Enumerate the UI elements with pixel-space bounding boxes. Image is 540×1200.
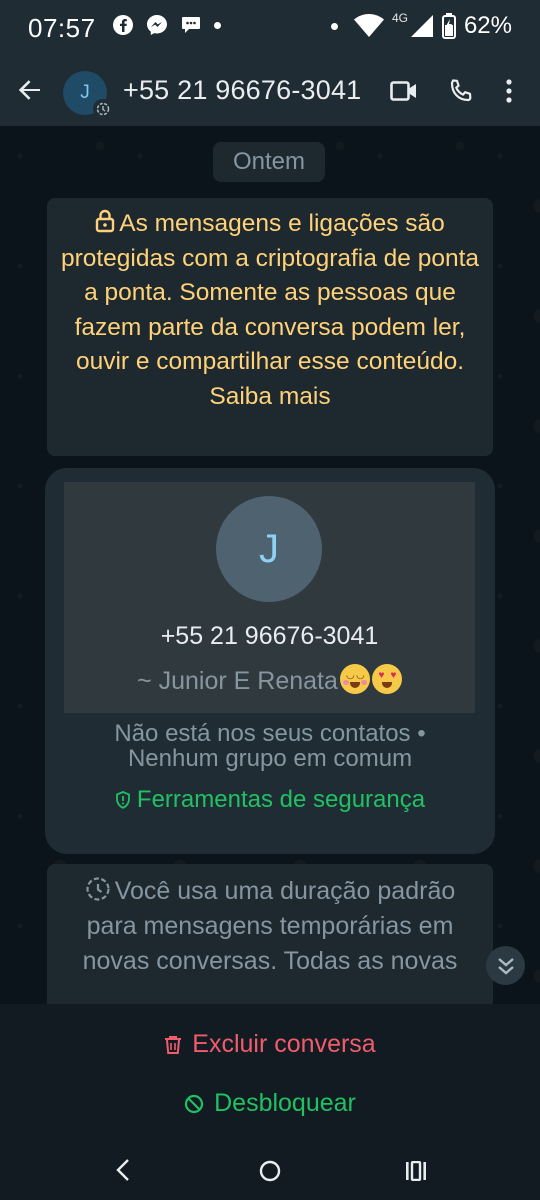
scroll-to-bottom-button[interactable] — [486, 946, 525, 985]
back-arrow-icon[interactable] — [16, 76, 44, 104]
not-in-contacts-text: Não está nos seus contatos • — [114, 720, 426, 747]
contact-title[interactable]: +55 21 96676-3041 — [123, 75, 361, 106]
facebook-icon — [113, 15, 133, 35]
push-name-text: ~ Junior E Renata — [137, 667, 338, 695]
notification-icons — [112, 14, 221, 36]
battery-percent: 62% — [463, 12, 512, 39]
network-type: 4G — [391, 11, 408, 25]
wifi-icon — [353, 14, 384, 37]
lock-icon — [96, 209, 115, 233]
disappearing-timer-badge-icon — [93, 99, 113, 119]
unblock-label: Desbloquear — [214, 1089, 356, 1117]
date-chip: Ontem — [213, 142, 325, 182]
screen: 07:57 4G 62% J +55 21 96676-3041 Ontem A… — [0, 0, 540, 1200]
contact-status-lines: Não está nos seus contatos • Nenhum grup… — [45, 720, 495, 772]
block-icon — [185, 1094, 204, 1114]
encryption-notice[interactable]: As mensagens e ligações são protegidas c… — [47, 198, 493, 456]
security-tools-link[interactable]: Ferramentas de segurança — [45, 786, 495, 814]
chat-header: J +55 21 96676-3041 — [0, 58, 540, 126]
indicator-dot-icon — [330, 22, 338, 30]
more-options-icon[interactable] — [504, 78, 514, 104]
smiling-face-with-hearts-emoji-icon: ◡ ◡ — [339, 664, 370, 694]
more-notifications-dot-icon — [214, 21, 221, 29]
messenger-icon — [147, 15, 167, 35]
cell-signal-icon — [410, 15, 433, 37]
encryption-notice-text: As mensagens e ligações são protegidas c… — [60, 210, 480, 410]
status-bar: 07:57 4G 62% — [0, 0, 540, 58]
trash-icon — [165, 1036, 182, 1054]
no-common-groups-text: Nenhum grupo em comum — [127, 744, 413, 772]
nav-back-icon[interactable] — [113, 1158, 133, 1182]
unblock-button[interactable]: Desbloquear — [0, 1089, 540, 1118]
disappearing-timer-icon — [86, 877, 110, 901]
disappearing-notice-text: Você usa uma duração padrão para mensage… — [82, 877, 458, 975]
nav-recents-icon[interactable] — [404, 1161, 428, 1181]
security-tools-label: Ferramentas de segurança — [136, 786, 426, 813]
nav-home-icon[interactable] — [258, 1159, 282, 1183]
delete-chat-label: Excluir conversa — [192, 1030, 376, 1058]
voice-call-icon[interactable] — [448, 78, 474, 104]
chat-bubble-icon — [182, 17, 200, 33]
avatar-large-letter: J — [259, 526, 279, 571]
contact-avatar-large[interactable]: J — [216, 496, 322, 602]
contact-push-name: ~ Junior E Renata ◡ ◡ ♥ ♥ — [64, 664, 475, 696]
contact-info-card: J +55 21 96676-3041 ~ Junior E Renata ◡ ◡ ♥… — [45, 468, 495, 854]
contact-profile-box[interactable]: J +55 21 96676-3041 ~ Junior E Renata ◡ ◡ ♥… — [64, 482, 475, 713]
delete-chat-button[interactable]: Excluir conversa — [0, 1030, 540, 1059]
disappearing-messages-notice[interactable]: Você usa uma duração padrão para mensage… — [47, 864, 493, 1004]
avatar-letter: J — [80, 82, 90, 103]
shield-icon — [116, 791, 130, 809]
battery-icon — [441, 13, 456, 39]
double-chevron-down-icon — [497, 957, 514, 975]
system-nav-bar — [0, 1141, 540, 1200]
contact-avatar[interactable]: J — [63, 71, 113, 119]
video-call-icon[interactable] — [390, 80, 418, 102]
blocked-chat-actions: Excluir conversa Desbloquear — [0, 1004, 540, 1141]
chat-area[interactable]: Ontem As mensagens e ligações são proteg… — [0, 126, 540, 1004]
system-indicators: 4G 62% — [330, 11, 512, 40]
contact-phone: +55 21 96676-3041 — [160, 622, 379, 650]
heart-eyes-emoji-icon: ♥ ♥ — [371, 664, 402, 694]
status-time: 07:57 — [28, 13, 96, 43]
